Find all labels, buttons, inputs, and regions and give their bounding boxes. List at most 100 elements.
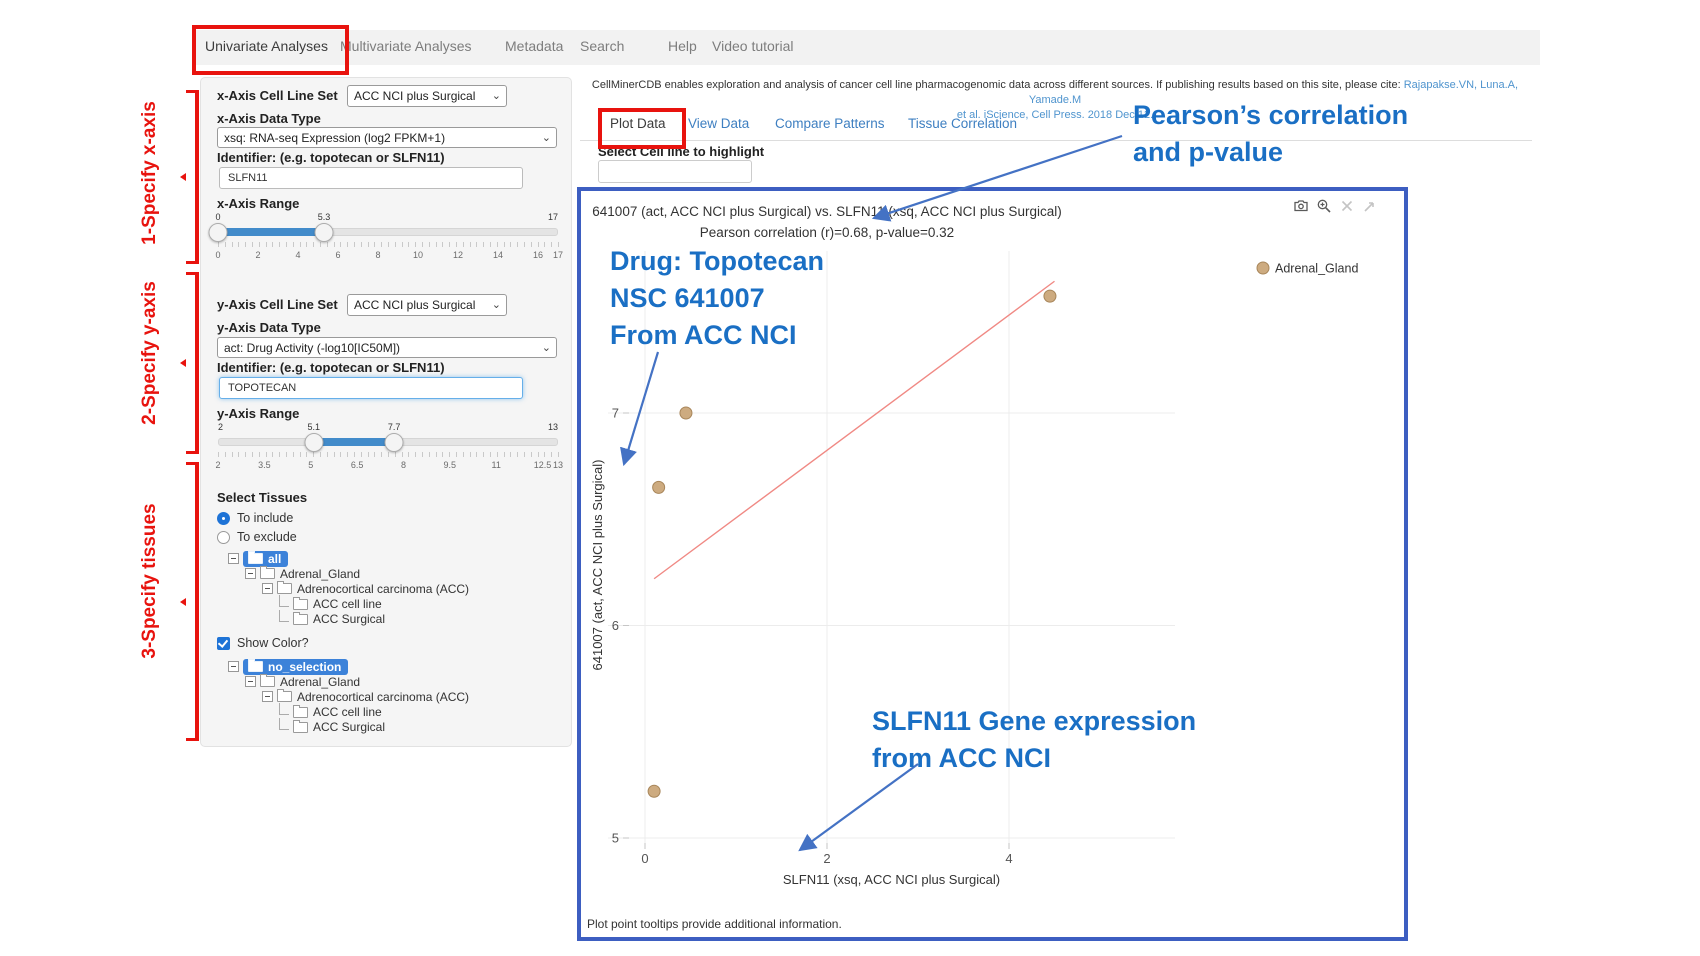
y-identifier-input[interactable]: TOPOTECAN: [219, 377, 523, 399]
y-data-type-select[interactable]: act: Drug Activity (-log10[IC50M])⌄: [217, 337, 557, 358]
x-range-slider[interactable]: 05.317024681012141617: [218, 212, 558, 268]
to-exclude-label[interactable]: To exclude: [237, 530, 297, 544]
y-range-label: y-Axis Range: [217, 406, 299, 421]
folder-icon: [248, 553, 263, 564]
step1-bracket: [186, 90, 199, 264]
drug-annotation: Drug: TopotecanNSC 641007From ACC NCI: [610, 243, 824, 354]
tree-connector: [279, 718, 289, 730]
collapse-icon[interactable]: [262, 583, 273, 594]
tab-plot-data[interactable]: Plot Data: [610, 116, 666, 131]
x-range-label: x-Axis Range: [217, 196, 299, 211]
folder-icon: [293, 707, 308, 718]
x-range-slider-fill: [218, 228, 324, 236]
chevron-down-icon: ⌄: [542, 341, 551, 354]
x-tick-label: 2: [823, 851, 830, 866]
y-range-slider-handle-to[interactable]: [385, 433, 404, 452]
x-tick-label: 4: [1005, 851, 1012, 866]
tree-node-root[interactable]: all: [228, 551, 288, 566]
y-cell-line-set-label: y-Axis Cell Line Set: [217, 297, 338, 312]
to-include-label[interactable]: To include: [237, 511, 293, 525]
show-color-label[interactable]: Show Color?: [237, 636, 309, 650]
folder-icon: [260, 568, 275, 579]
x-range-slider-handle-to[interactable]: [315, 223, 334, 242]
chevron-down-icon: ⌄: [542, 131, 551, 144]
chevron-down-icon: ⌄: [492, 298, 501, 311]
folder-icon: [277, 691, 292, 702]
folder-icon: [248, 661, 263, 672]
tree-node[interactable]: ACC cell line: [279, 597, 382, 612]
nav-item-univariate-analyses[interactable]: Univariate Analyses: [205, 38, 328, 54]
highlight-input[interactable]: [598, 160, 752, 183]
data-point[interactable]: [680, 407, 692, 419]
tree-connector: [279, 610, 289, 622]
plot-footnote: Plot point tooltips provide additional i…: [587, 917, 842, 931]
tree-node[interactable]: Adrenal_Gland: [245, 566, 360, 581]
data-point[interactable]: [648, 785, 660, 797]
data-point[interactable]: [1044, 290, 1056, 302]
tree-node[interactable]: Adrenal_Gland: [245, 674, 360, 689]
folder-icon: [293, 614, 308, 625]
nav-item-video-tutorial[interactable]: Video tutorial: [712, 38, 793, 54]
folder-icon: [260, 676, 275, 687]
y-range-slider-fill: [314, 438, 394, 446]
tab-compare-patterns[interactable]: Compare Patterns: [775, 116, 885, 131]
y-axis-title: 641007 (act, ACC NCI plus Surgical): [590, 460, 605, 671]
x-cell-line-set-label: x-Axis Cell Line Set: [217, 88, 338, 103]
y-tick-label: 5: [612, 831, 619, 846]
collapse-icon[interactable]: [245, 568, 256, 579]
tab-tissue-correlation[interactable]: Tissue Correlation: [908, 116, 1017, 131]
step2-bracket: [186, 272, 199, 454]
to-exclude-radio[interactable]: [217, 531, 230, 544]
y-range-slider-handle-from[interactable]: [304, 433, 323, 452]
folder-icon: [293, 722, 308, 733]
x-axis-title: SLFN11 (xsq, ACC NCI plus Surgical): [783, 872, 1000, 887]
tree-node[interactable]: ACC Surgical: [279, 720, 385, 735]
x-range-slider-handle-from[interactable]: [209, 223, 228, 242]
tree-node[interactable]: ACC cell line: [279, 705, 382, 720]
show-color-checkbox[interactable]: [217, 637, 230, 650]
x-data-type-select[interactable]: xsq: RNA-seq Expression (log2 FPKM+1)⌄: [217, 127, 557, 148]
tab-view-data[interactable]: View Data: [688, 116, 749, 131]
nav-item-help[interactable]: Help: [668, 38, 697, 54]
x-identifier-input[interactable]: SLFN11: [219, 167, 523, 189]
tree-node[interactable]: Adrenocortical carcinoma (ACC): [262, 581, 469, 596]
tree-connector: [279, 703, 289, 715]
data-point[interactable]: [653, 481, 665, 493]
y-range-slider[interactable]: 25.17.71323.556.589.51112.513: [218, 422, 558, 478]
x-identifier-label: Identifier: (e.g. topotecan or SLFN11): [217, 150, 445, 165]
y-tick-label: 7: [612, 406, 619, 421]
tree-node[interactable]: ACC Surgical: [279, 612, 385, 627]
tree-node[interactable]: Adrenocortical carcinoma (ACC): [262, 689, 469, 704]
tree-node-root[interactable]: no_selection: [228, 659, 348, 674]
nav-item-search[interactable]: Search: [580, 38, 624, 54]
x-tick-label: 0: [641, 851, 648, 866]
collapse-icon[interactable]: [228, 553, 239, 564]
tree-connector: [279, 595, 289, 607]
top-navbar: Univariate Analyses Multivariate Analyses…: [195, 30, 1540, 65]
chevron-down-icon: ⌄: [492, 89, 501, 102]
collapse-icon[interactable]: [245, 676, 256, 687]
folder-icon: [277, 583, 292, 594]
collapse-icon[interactable]: [262, 691, 273, 702]
pearson-annotation: Pearson’s correlationand p-value: [1133, 97, 1408, 171]
x-data-type-label: x-Axis Data Type: [217, 111, 321, 126]
y-identifier-label: Identifier: (e.g. topotecan or SLFN11): [217, 360, 445, 375]
nav-item-metadata[interactable]: Metadata: [505, 38, 563, 54]
nav-item-multivariate-analyses[interactable]: Multivariate Analyses: [340, 38, 472, 54]
y-cell-line-set-select[interactable]: ACC NCI plus Surgical⌄: [347, 294, 507, 316]
select-tissues-label: Select Tissues: [217, 490, 307, 505]
y-data-type-label: y-Axis Data Type: [217, 320, 321, 335]
x-cell-line-set-select[interactable]: ACC NCI plus Surgical⌄: [347, 85, 507, 107]
collapse-icon[interactable]: [228, 661, 239, 672]
legend-marker[interactable]: [1257, 262, 1269, 274]
highlight-label: Select Cell line to highlight: [598, 144, 764, 159]
to-include-radio[interactable]: [217, 512, 230, 525]
step2-label: 2-Specify y-axis: [139, 278, 161, 428]
cellminercdb-page: Univariate Analyses Multivariate Analyses…: [0, 0, 1700, 956]
step3-label: 3-Specify tissues: [139, 501, 161, 661]
step3-bracket: [186, 462, 199, 741]
folder-icon: [293, 599, 308, 610]
step1-label: 1-Specify x-axis: [139, 98, 161, 248]
legend-label[interactable]: Adrenal_Gland: [1275, 262, 1358, 276]
slfn11-annotation: SLFN11 Gene expressionfrom ACC NCI: [872, 703, 1196, 777]
